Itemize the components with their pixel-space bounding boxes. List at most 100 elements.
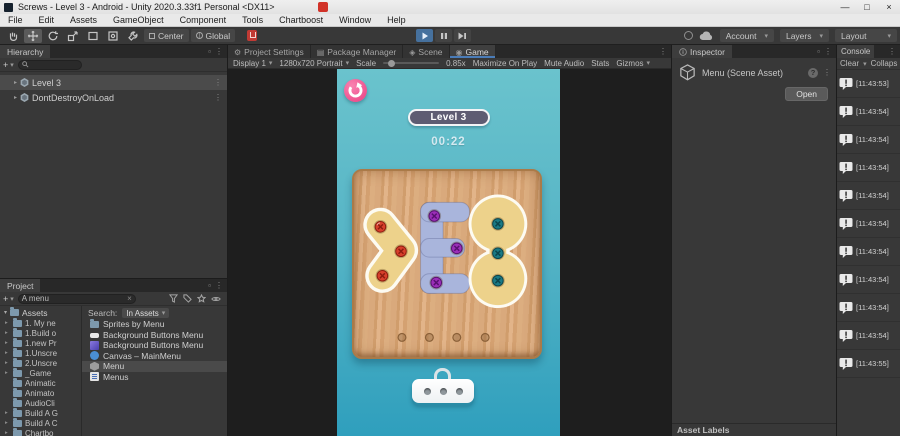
foldout-arrow-icon[interactable]: ▸ [5, 420, 10, 426]
pan-tool-button[interactable] [4, 29, 22, 43]
kebab-menu-icon[interactable]: ⋮ [659, 47, 667, 56]
console-log-entry[interactable]: [11:43:55] [837, 350, 900, 378]
screw-purple[interactable] [427, 209, 442, 223]
foldout-arrow-icon[interactable]: ▸ [5, 410, 10, 416]
open-button[interactable]: Open [785, 87, 828, 101]
screw-teal[interactable] [491, 246, 505, 261]
kebab-menu-icon[interactable]: ⋮ [824, 47, 832, 56]
lock-icon[interactable]: ▫ [208, 47, 211, 56]
project-folder-item[interactable]: ▸ 1.Build o [0, 328, 81, 338]
cloud-icon[interactable] [699, 30, 714, 41]
project-folder-item[interactable]: ▸ 1.Unscre [0, 348, 81, 358]
project-folder-item[interactable]: ▸ Build A G [0, 408, 81, 418]
slider-thumb[interactable] [388, 59, 396, 67]
mute-audio-toggle[interactable]: Mute Audio [544, 59, 584, 68]
kebab-menu-icon[interactable]: ⋮ [214, 78, 222, 87]
scale-slider[interactable] [383, 59, 440, 67]
foldout-arrow-icon[interactable]: ▸ [5, 360, 10, 366]
hierarchy-item[interactable]: ▸ Level 3 ⋮ [0, 75, 227, 90]
tab-hierarchy[interactable]: Hierarchy [0, 45, 51, 58]
console-log-entry[interactable]: [11:43:54] [837, 154, 900, 182]
resolution-dropdown[interactable]: 1280x720 Portrait ▾ [279, 59, 349, 68]
menu-item[interactable]: File [0, 14, 31, 27]
layout-dropdown[interactable]: Layout ▾ [835, 29, 897, 42]
menu-item[interactable]: Edit [31, 14, 63, 27]
asset-result-item[interactable]: Menu [82, 361, 227, 372]
foldout-arrow-icon[interactable]: ▸ [5, 340, 10, 346]
menu-item[interactable]: Assets [62, 14, 105, 27]
project-folder-item[interactable]: ▸ 1. My ne [0, 318, 81, 328]
minimize-button[interactable]: — [834, 0, 856, 14]
clear-search-icon[interactable]: × [127, 294, 132, 303]
kebab-menu-icon[interactable]: ⋮ [214, 93, 222, 102]
close-button[interactable]: × [878, 0, 900, 14]
console-log-entry[interactable]: [11:43:53] [837, 70, 900, 98]
foldout-arrow-icon[interactable]: ▸ [5, 370, 10, 376]
restart-button[interactable] [344, 79, 367, 102]
maximize-on-play-toggle[interactable]: Maximize On Play [473, 59, 537, 68]
gameview-tab[interactable]: Scene [403, 45, 450, 58]
console-log-entry[interactable]: [11:43:54] [837, 210, 900, 238]
space-mode-button[interactable]: Global [190, 29, 236, 42]
console-log-entry[interactable]: [11:43:54] [837, 182, 900, 210]
project-search-input[interactable]: A menu × [17, 293, 136, 304]
gizmos-dropdown[interactable]: Gizmos ▾ [616, 59, 650, 68]
console-log-entry[interactable]: [11:43:54] [837, 266, 900, 294]
create-dropdown[interactable]: + ▾ [3, 60, 14, 70]
tab-project[interactable]: Project [0, 279, 41, 292]
screw-red[interactable] [375, 268, 390, 283]
screw-red[interactable] [394, 244, 408, 259]
foldout-arrow-icon[interactable]: ▸ [5, 320, 10, 326]
clear-button[interactable]: Clear [840, 59, 859, 68]
foldout-arrow-icon[interactable]: ▸ [14, 94, 17, 101]
console-log-entry[interactable]: [11:43:54] [837, 294, 900, 322]
lock-icon[interactable]: ▫ [817, 47, 820, 56]
tab-console[interactable]: Console [837, 45, 875, 58]
search-scope-chip[interactable]: In Assets ▾ [122, 308, 170, 318]
hierarchy-search-input[interactable] [17, 59, 82, 70]
menu-item[interactable]: GameObject [105, 14, 172, 27]
menu-item[interactable]: Chartboost [271, 14, 331, 27]
asset-result-item[interactable]: Canvas – MainMenu [82, 351, 227, 362]
screw-purple[interactable] [429, 275, 444, 290]
alert-icon[interactable] [247, 30, 258, 41]
project-folder-item[interactable]: ▸ Build A C [0, 418, 81, 428]
foldout-arrow-icon[interactable]: ▾ [4, 309, 7, 316]
custom-tool-button[interactable] [124, 29, 142, 43]
project-folder-item[interactable]: ▸ AudioCli [0, 398, 81, 408]
kebab-menu-icon[interactable]: ⋮ [215, 47, 223, 56]
menu-item[interactable]: Window [331, 14, 379, 27]
move-tool-button[interactable] [24, 28, 42, 43]
transform-tool-button[interactable] [104, 29, 122, 43]
console-log-entry[interactable]: [11:43:54] [837, 238, 900, 266]
asset-result-item[interactable]: Background Buttons Menu [82, 330, 227, 341]
gameview-tab[interactable]: Package Manager [310, 45, 404, 58]
screw-red[interactable] [373, 219, 388, 234]
label-icon[interactable] [183, 294, 192, 303]
project-folder-item[interactable]: ▸ Animatic [0, 378, 81, 388]
gameview-tab[interactable]: Project Settings [228, 45, 311, 58]
lock-icon[interactable]: ▫ [208, 281, 211, 290]
kebab-menu-icon[interactable]: ⋮ [888, 47, 896, 56]
console-log-entry[interactable]: [11:43:54] [837, 322, 900, 350]
project-folder-item[interactable]: ▸ 1.new Pr [0, 338, 81, 348]
collapse-toggle[interactable]: Collaps [871, 59, 898, 68]
screw-teal[interactable] [491, 273, 505, 288]
pause-button[interactable] [435, 29, 452, 42]
project-folder-item[interactable]: ▸ 2.Unscre [0, 358, 81, 368]
hierarchy-item[interactable]: ▸ DontDestroyOnLoad ⋮ [0, 90, 227, 105]
pivot-mode-button[interactable]: Center [144, 29, 189, 42]
foldout-arrow-icon[interactable]: ▸ [5, 430, 10, 436]
console-log-entry[interactable]: [11:43:54] [837, 98, 900, 126]
eye-icon[interactable] [211, 295, 221, 303]
help-icon[interactable]: ? [808, 67, 818, 78]
layers-dropdown[interactable]: Layers ▾ [779, 29, 829, 42]
menu-item[interactable]: Tools [234, 14, 271, 27]
kebab-menu-icon[interactable]: ⋮ [823, 68, 831, 77]
account-dropdown[interactable]: Account ▾ [719, 29, 774, 42]
console-log-entry[interactable]: [11:43:54] [837, 126, 900, 154]
chevron-down-icon[interactable]: ▾ [863, 60, 867, 68]
project-folder-item[interactable]: ▸ _Game [0, 368, 81, 378]
create-dropdown[interactable]: + ▾ [3, 294, 14, 304]
gameview-tab[interactable]: Game [449, 45, 496, 58]
